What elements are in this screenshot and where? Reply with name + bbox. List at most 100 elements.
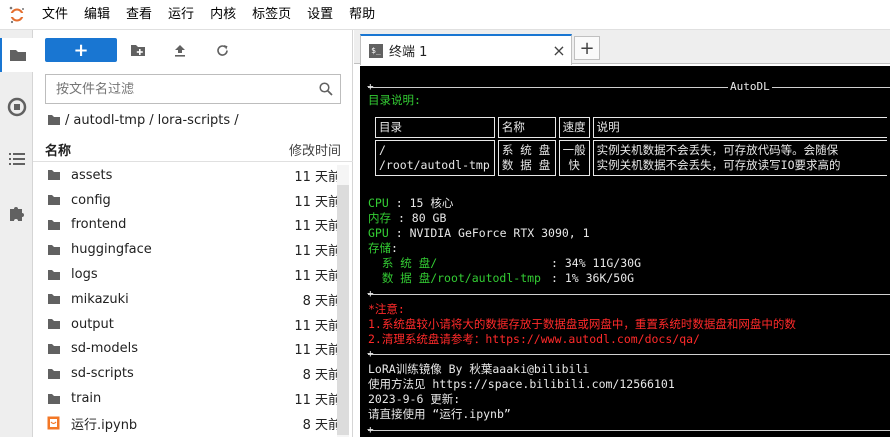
lora-usage-line: 使用方法见 https://space.bilibili.com/1256610… bbox=[368, 377, 675, 391]
new-launcher-button[interactable]: + bbox=[45, 38, 117, 62]
rule-corner: + bbox=[367, 80, 374, 93]
folder-icon bbox=[47, 194, 69, 206]
system-disk-line: 系 统 盘/: 34% 11G/30G bbox=[368, 256, 642, 270]
jupyter-logo-icon bbox=[0, 0, 34, 30]
breadcrumb-lora-scripts[interactable]: lora-scripts bbox=[158, 113, 231, 128]
file-list-row[interactable]: sd-scripts 8 天前 bbox=[33, 361, 353, 386]
file-name: train bbox=[71, 391, 102, 407]
file-name: huggingface bbox=[71, 242, 152, 258]
lora-instruction-line: 请直接使用 “运行.ipynb” bbox=[368, 407, 511, 421]
running-kernels-tab[interactable] bbox=[0, 90, 33, 124]
breadcrumb-separator: / bbox=[149, 112, 154, 128]
file-list-row[interactable]: mikazuki 8 天前 bbox=[33, 287, 353, 312]
extensions-tab[interactable] bbox=[0, 196, 33, 230]
puzzle-icon bbox=[9, 207, 24, 221]
add-tab-button[interactable]: + bbox=[574, 36, 600, 60]
divider-rule: + bbox=[367, 287, 890, 300]
file-list-header: 名称 修改时间 bbox=[33, 138, 353, 162]
file-name: config bbox=[71, 192, 111, 208]
menu-edit[interactable]: 编辑 bbox=[76, 0, 118, 30]
menu-tabs[interactable]: 标签页 bbox=[244, 0, 299, 30]
column-name-header[interactable]: 名称 bbox=[33, 140, 273, 159]
menu-settings[interactable]: 设置 bbox=[299, 0, 341, 30]
data-disk-line: 数 据 盘/root/autodl-tmp: 1% 36K/50G bbox=[368, 271, 635, 285]
file-list-row[interactable]: frontend 11 天前 bbox=[33, 213, 353, 238]
folder-icon bbox=[47, 269, 69, 281]
banner-title: AutoDL bbox=[728, 80, 772, 93]
tab-bar: $_ 终端 1 × + bbox=[354, 30, 890, 65]
file-name: mikazuki bbox=[71, 291, 129, 307]
file-name: assets bbox=[71, 167, 113, 183]
table-cell-name: 系 统 盘数 据 盘 bbox=[497, 140, 556, 176]
file-list-row[interactable]: logs 11 天前 bbox=[33, 262, 353, 287]
menu-view[interactable]: 查看 bbox=[118, 0, 160, 30]
tab-label: 终端 1 bbox=[389, 45, 428, 60]
table-cell-speed: 一般快 bbox=[558, 140, 590, 176]
note-line-2: 2.清理系统盘请参考：https://www.autodl.com/docs/q… bbox=[368, 332, 700, 346]
menu-help[interactable]: 帮助 bbox=[341, 0, 383, 30]
file-browser-tab[interactable] bbox=[0, 38, 33, 72]
divider-rule: + bbox=[367, 347, 890, 360]
file-list-row[interactable]: sd-models 11 天前 bbox=[33, 337, 353, 362]
file-list-scrollbar[interactable] bbox=[337, 165, 349, 437]
file-name: 运行.ipynb bbox=[71, 417, 138, 433]
menu-bar: 文件 编辑 查看 运行 内核 标签页 设置 帮助 bbox=[0, 0, 890, 30]
folder-icon bbox=[47, 219, 69, 231]
file-list-row[interactable]: 运行.ipynb 8 天前 bbox=[33, 411, 353, 436]
file-list-row[interactable]: config 11 天前 bbox=[33, 188, 353, 213]
breadcrumb-root[interactable]: / bbox=[65, 113, 69, 128]
notebook-icon bbox=[47, 416, 69, 430]
command-palette-tab[interactable] bbox=[0, 142, 33, 176]
gpu-line: GPU : NVIDIA GeForce RTX 3090, 1 bbox=[368, 226, 590, 240]
file-list-row[interactable]: assets 11 天前 bbox=[33, 163, 353, 188]
breadcrumb: / autodl-tmp / lora-scripts / bbox=[47, 110, 243, 130]
file-list-row[interactable]: train 11 天前 bbox=[33, 386, 353, 411]
close-icon[interactable]: × bbox=[547, 41, 571, 60]
table-header-dir: 目录 bbox=[375, 117, 495, 138]
divider-rule: + bbox=[367, 423, 890, 436]
banner-rule: + AutoDL bbox=[367, 80, 890, 93]
folder-icon bbox=[47, 293, 69, 305]
breadcrumb-autodl-tmp[interactable]: autodl-tmp bbox=[73, 113, 145, 128]
file-name: output bbox=[71, 316, 114, 332]
file-list: assets 11 天前 config 11 天前 frontend 11 天前 huggi… bbox=[33, 163, 353, 437]
folder-icon bbox=[9, 50, 26, 61]
refresh-button[interactable] bbox=[201, 38, 243, 62]
file-browser-panel: + 按文件名过滤 / autodl-tmp / lora-scripts / 名… bbox=[33, 30, 353, 437]
folder-icon bbox=[47, 393, 69, 405]
menu-kernel[interactable]: 内核 bbox=[202, 0, 244, 30]
cpu-line: CPU : 15 核心 bbox=[368, 196, 454, 210]
new-folder-button[interactable] bbox=[117, 38, 159, 62]
scrollbar-thumb[interactable] bbox=[337, 185, 349, 435]
storage-line: 存储: bbox=[368, 241, 398, 255]
note-heading: *注意: bbox=[368, 302, 405, 316]
menu-file[interactable]: 文件 bbox=[34, 0, 76, 30]
file-name: sd-scripts bbox=[71, 366, 134, 382]
file-name: logs bbox=[71, 267, 98, 283]
refresh-icon bbox=[216, 44, 228, 56]
tab-terminal-1[interactable]: $_ 终端 1 × bbox=[360, 34, 572, 65]
file-browser-toolbar: + bbox=[45, 38, 243, 62]
menu-run[interactable]: 运行 bbox=[160, 0, 202, 30]
upload-icon bbox=[175, 44, 185, 57]
table-header-speed: 速度 bbox=[558, 117, 590, 138]
search-icon bbox=[312, 75, 340, 103]
breadcrumb-separator: / bbox=[234, 112, 239, 128]
folder-icon bbox=[48, 115, 60, 125]
note-line-1: 1.系统盘较小请将大的数据存放于数据盘或网盘中，重置系统时数据盘和网盘中的数 bbox=[368, 317, 796, 331]
new-folder-icon bbox=[131, 44, 145, 56]
memory-line: 内存 : 80 GB bbox=[368, 211, 447, 225]
file-filter-search[interactable] bbox=[45, 74, 341, 104]
left-sidebar-rail bbox=[0, 30, 33, 437]
list-icon bbox=[8, 153, 25, 165]
terminal-output[interactable]: + AutoDL 目录说明: 目录 名称 速度 说明 //root/autodl… bbox=[360, 66, 890, 437]
column-modified-header[interactable]: 修改时间 bbox=[273, 140, 353, 159]
file-list-row[interactable]: huggingface 11 天前 bbox=[33, 237, 353, 262]
table-header-desc: 说明 bbox=[592, 117, 887, 138]
file-list-row[interactable]: output 11 天前 bbox=[33, 312, 353, 337]
upload-button[interactable] bbox=[159, 38, 201, 62]
terminal-icon: $_ bbox=[369, 43, 383, 58]
file-filter-input[interactable] bbox=[56, 81, 312, 97]
table-header-name: 名称 bbox=[497, 117, 556, 138]
main-dock-area: $_ 终端 1 × + + AutoDL 目录说明: 目录 名称 速度 说明 /… bbox=[354, 30, 890, 437]
